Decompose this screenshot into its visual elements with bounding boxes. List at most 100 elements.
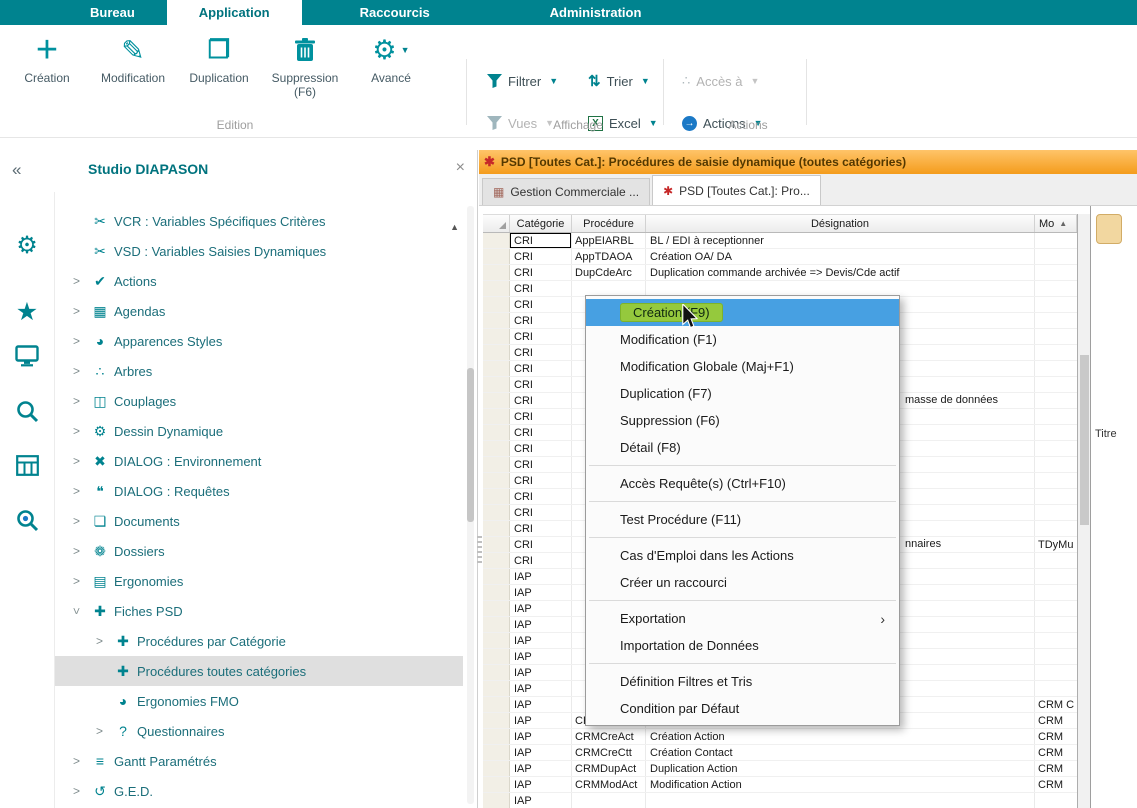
row-selector[interactable] [483,473,510,488]
modification-button[interactable]: ✎ Modification [90,29,176,99]
table-row[interactable]: IAPCRMDupActDuplication ActionCRM [483,761,1077,777]
cell-mo[interactable]: CRM [1035,713,1077,728]
menu-item-condition-par-d-faut[interactable]: Condition par Défaut [586,695,899,722]
chevron-icon[interactable]: > [65,424,88,438]
chevron-icon[interactable]: > [65,334,88,348]
cell-designation[interactable]: BL / EDI à receptionner [646,233,1035,248]
cell-categorie[interactable]: IAP [510,665,572,680]
column-header-mo[interactable]: Mo ▲ [1035,215,1077,232]
chevron-icon[interactable]: > [88,634,111,648]
tree-item-ergonomies-fmo[interactable]: ◕Ergonomies FMO [55,686,463,716]
tree-item-proc-dures-toutes-cat-gories[interactable]: ✚Procédures toutes catégories [55,656,463,686]
tree-item-dialog-requ-tes[interactable]: >❝DIALOG : Requêtes [55,476,463,506]
row-selector[interactable] [483,313,510,328]
cell-categorie[interactable]: IAP [510,681,572,696]
cell-categorie[interactable]: CRI [510,537,572,552]
menu-item-modification-f1[interactable]: Modification (F1) [586,326,899,353]
cell-categorie[interactable]: CRI [510,393,572,408]
cell-mo[interactable] [1035,569,1077,584]
cell-categorie[interactable]: CRI [510,377,572,392]
cell-categorie[interactable]: CRI [510,329,572,344]
menubar-tab-bureau[interactable]: Bureau [58,0,167,25]
row-selector[interactable] [483,617,510,632]
grid-icon[interactable] [0,455,54,476]
duplication-button[interactable]: ❐ Duplication [176,29,262,99]
menu-item-modification-globale-maj-f1[interactable]: Modification Globale (Maj+F1) [586,353,899,380]
row-selector[interactable] [483,329,510,344]
cell-mo[interactable] [1035,649,1077,664]
creation-button[interactable]: + Création [4,29,90,99]
avance-button[interactable]: ⚙▼ Avancé [348,29,434,99]
chevron-icon[interactable]: > [65,544,88,558]
cell-mo[interactable] [1035,585,1077,600]
cell-mo[interactable] [1035,281,1077,296]
cell-mo[interactable] [1035,249,1077,264]
menubar-tab-application[interactable]: Application [167,0,302,25]
tab-gestion-commerciale[interactable]: ▦ Gestion Commerciale ... [482,178,650,205]
chevron-icon[interactable]: > [65,784,88,798]
table-row[interactable]: IAPCRMModActModification ActionCRM [483,777,1077,793]
cell-procedure[interactable]: CRMDupAct [572,761,646,776]
tree-item-vsd-variables-saisies-dynamiques[interactable]: ✂VSD : Variables Saisies Dynamiques [55,236,463,266]
row-selector[interactable] [483,649,510,664]
menu-item-test-proc-dure-f11[interactable]: Test Procédure (F11) [586,506,899,533]
cell-categorie[interactable]: IAP [510,793,572,808]
cell-mo[interactable] [1035,265,1077,280]
row-selector[interactable] [483,521,510,536]
favorites-icon[interactable]: ★ [0,297,54,327]
row-selector[interactable] [483,297,510,312]
cell-mo[interactable] [1035,681,1077,696]
row-selector[interactable] [483,489,510,504]
tree-item-ergonomies[interactable]: >▤Ergonomies [55,566,463,596]
cell-mo[interactable] [1035,617,1077,632]
cell-mo[interactable] [1035,409,1077,424]
menu-item-acc-s-requ-te-s-ctrl-f10[interactable]: Accès Requête(s) (Ctrl+F10) [586,470,899,497]
chevron-icon[interactable]: > [88,724,111,738]
menu-item-duplication-f7[interactable]: Duplication (F7) [586,380,899,407]
menu-item-suppression-f6[interactable]: Suppression (F6) [586,407,899,434]
row-selector[interactable] [483,713,510,728]
row-selector[interactable] [483,393,510,408]
row-selector[interactable] [483,537,510,552]
cell-mo[interactable] [1035,329,1077,344]
row-selector[interactable] [483,377,510,392]
table-scrollbar-thumb[interactable] [1080,355,1089,525]
cell-designation[interactable]: Modification Action [646,777,1035,792]
tab-psd-toutes-categories[interactable]: ✱ PSD [Toutes Cat.]: Pro... [652,175,821,205]
cell-categorie[interactable]: CRI [510,489,572,504]
cell-mo[interactable]: CRM [1035,729,1077,744]
cell-categorie[interactable]: CRI [510,313,572,328]
filtrer-button[interactable]: Filtrer▼ [487,68,558,94]
row-selector[interactable] [483,681,510,696]
row-selector[interactable] [483,441,510,456]
cell-categorie[interactable]: CRI [510,505,572,520]
cell-mo[interactable] [1035,633,1077,648]
cell-mo[interactable] [1035,393,1077,408]
cell-mo[interactable] [1035,489,1077,504]
data-search-icon[interactable] [0,509,54,532]
cell-mo[interactable] [1035,313,1077,328]
menubar-tab-administration[interactable]: Administration [518,0,674,25]
table-row[interactable]: IAPCRMCreActCréation ActionCRM [483,729,1077,745]
cell-categorie[interactable]: IAP [510,697,572,712]
cell-designation[interactable] [646,793,1035,808]
cell-mo[interactable] [1035,345,1077,360]
cell-mo[interactable]: TDyMu [1035,537,1077,552]
scroll-up-icon[interactable]: ▲ [450,222,459,232]
chevron-icon[interactable]: > [65,754,88,768]
row-selector[interactable] [483,265,510,280]
cell-categorie[interactable]: CRI [510,281,572,296]
column-header-procedure[interactable]: Procédure [572,215,646,232]
chevron-icon[interactable]: > [65,364,88,378]
cell-categorie[interactable]: IAP [510,585,572,600]
row-selector[interactable] [483,601,510,616]
cell-categorie[interactable]: CRI [510,361,572,376]
cell-procedure[interactable]: CRMModAct [572,777,646,792]
row-selector[interactable] [483,585,510,600]
cell-mo[interactable] [1035,793,1077,808]
cell-categorie[interactable]: CRI [510,233,572,248]
row-selector[interactable] [483,249,510,264]
select-all-corner-cell[interactable] [483,215,510,232]
row-selector[interactable] [483,793,510,808]
cell-categorie[interactable]: IAP [510,745,572,760]
